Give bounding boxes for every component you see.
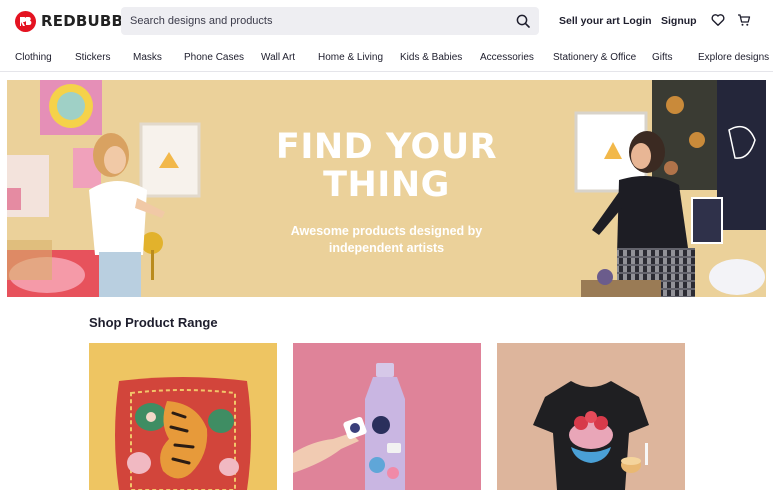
nav-item-stationery[interactable]: Stationery & Office [553,52,636,63]
pillow-image [115,377,251,490]
section-title-product-range: Shop Product Range [89,315,218,330]
hero-title-line-2: THING [323,165,450,205]
nav-item-home-living[interactable]: Home & Living [318,52,383,63]
search-input[interactable] [130,15,500,27]
nav-item-stickers[interactable]: Stickers [75,52,111,63]
nav-item-phone-cases[interactable]: Phone Cases [184,52,244,63]
hero-subtitle-line-2: independent artists [328,241,445,255]
hero-banner[interactable]: FIND YOUR THING Awesome products designe… [7,80,766,297]
nav-item-accessories[interactable]: Accessories [480,52,534,63]
nav-item-masks[interactable]: Masks [133,52,162,63]
nav-item-wall-art[interactable]: Wall Art [261,52,295,63]
category-nav: Clothing Stickers Masks Phone Cases Wall… [0,42,773,72]
cart-icon[interactable] [737,13,751,27]
signup-link[interactable]: Signup [661,15,697,27]
nav-item-clothing[interactable]: Clothing [15,52,52,63]
sell-your-art-link[interactable]: Sell your art [559,15,620,27]
product-card-pillow[interactable] [89,343,277,490]
product-card-water-bottle[interactable] [293,343,481,490]
search-bar[interactable] [121,7,539,35]
hero-title: FIND YOUR THING [7,128,766,204]
search-icon[interactable] [516,14,530,28]
hero-subtitle-line-1: Awesome products designed by [290,224,483,238]
nav-item-explore-designs[interactable]: Explore designs [698,52,769,63]
hero-title-line-1: FIND YOUR [275,127,498,167]
nav-item-gifts[interactable]: Gifts [652,52,673,63]
nav-item-kids-babies[interactable]: Kids & Babies [400,52,462,63]
water-bottle-image [293,363,405,490]
login-link[interactable]: Login [623,15,652,27]
redbubble-logo-icon [15,10,36,32]
hero-subtitle: Awesome products designed by independent… [7,223,766,257]
top-bar: REDBUBBLE Sell your art Login Signup [0,0,773,42]
product-card-t-shirt[interactable] [497,343,685,490]
heart-icon[interactable] [711,13,725,27]
t-shirt-image [533,381,649,490]
